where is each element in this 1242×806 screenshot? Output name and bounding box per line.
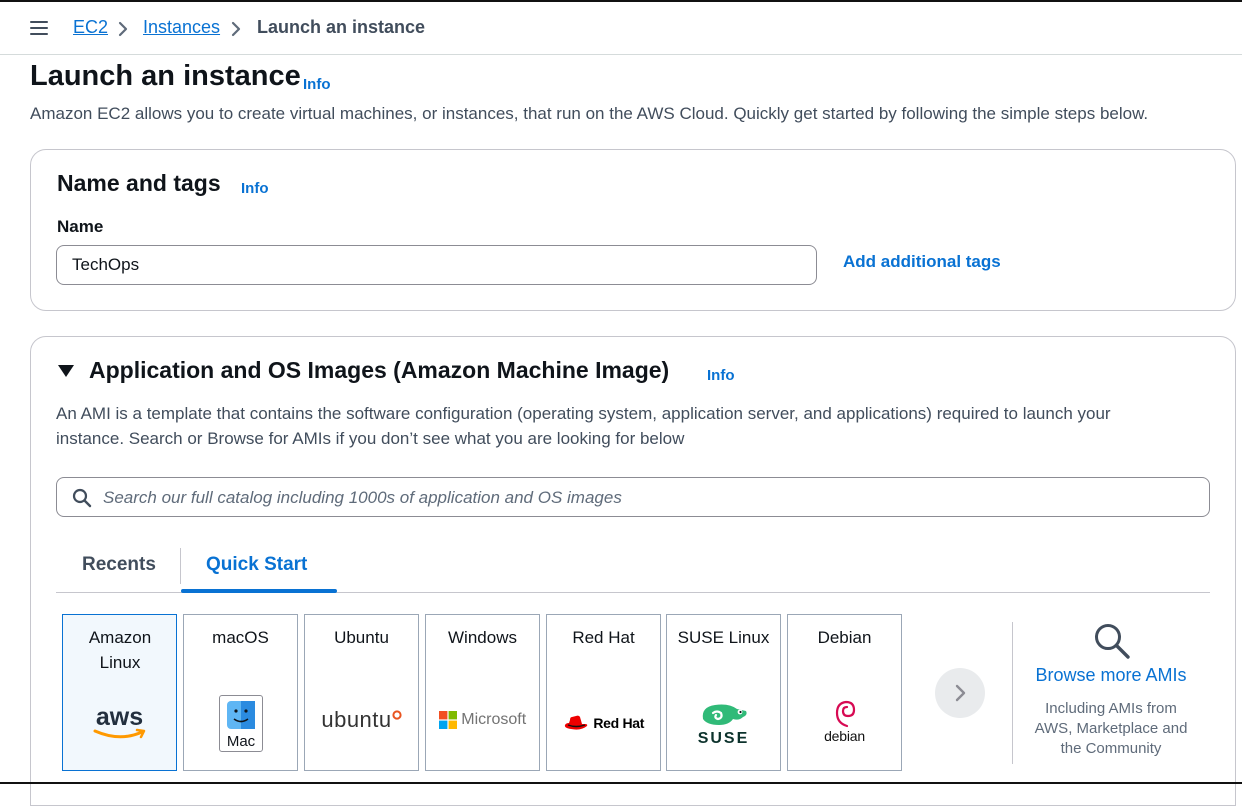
ami-description: An AMI is a template that contains the s… xyxy=(56,401,1216,451)
mac-logo-text: Mac xyxy=(226,733,256,750)
debian-swirl-icon xyxy=(835,700,855,728)
tile-label: SUSE Linux xyxy=(677,628,770,647)
page-description: Amazon EC2 allows you to create virtual … xyxy=(30,104,1149,123)
tile-label: Windows xyxy=(448,628,517,647)
suse-logo: SUSE xyxy=(667,701,780,748)
ami-search-input[interactable] xyxy=(101,485,1195,511)
active-tab-indicator xyxy=(181,589,337,593)
mac-logo: Mac xyxy=(219,695,263,752)
menu-icon[interactable] xyxy=(30,21,48,35)
red-hat-logo: Red Hat xyxy=(547,714,660,732)
tile-label: Amazon Linux xyxy=(88,628,152,672)
ami-tile-amazon-linux[interactable]: Amazon Linux aws xyxy=(62,614,177,771)
breadcrumb-instances[interactable]: Instances xyxy=(143,17,220,38)
next-ami-button[interactable] xyxy=(935,668,985,718)
caret-down-icon[interactable] xyxy=(57,364,75,378)
ami-tile-macos[interactable]: macOS Mac xyxy=(183,614,298,771)
debian-logo: debian xyxy=(788,699,901,744)
chevron-right-icon xyxy=(231,21,241,37)
suse-chameleon-icon xyxy=(702,704,747,725)
name-input[interactable] xyxy=(56,245,817,285)
breadcrumb-current: Launch an instance xyxy=(257,17,426,37)
tab-recents[interactable]: Recents xyxy=(82,554,156,576)
browse-description-line: the Community xyxy=(1060,740,1162,757)
tab-divider xyxy=(180,548,181,584)
ubuntu-logo: ubuntu xyxy=(305,707,418,733)
aws-logo: aws xyxy=(63,703,176,740)
ubuntu-logo-text: ubuntu xyxy=(321,707,392,732)
page-info-link[interactable]: Info xyxy=(303,76,331,93)
ami-tile-debian[interactable]: Debian debian xyxy=(787,614,902,771)
ami-section-title[interactable]: Application and OS Images (Amazon Machin… xyxy=(89,357,669,384)
aws-logo-text: aws xyxy=(95,703,144,731)
chevron-right-icon xyxy=(955,684,966,702)
ami-info-link[interactable]: Info xyxy=(707,367,735,384)
name-field-label: Name xyxy=(57,217,104,236)
ami-tile-suse-linux[interactable]: SUSE Linux SUSE xyxy=(666,614,781,771)
page-title: Launch an instance xyxy=(30,60,301,92)
name-and-tags-title: Name and tags xyxy=(57,170,221,196)
chevron-right-icon xyxy=(118,21,128,37)
search-icon[interactable] xyxy=(1093,622,1131,660)
ami-description-line: instance. Search or Browse for AMIs if y… xyxy=(56,429,685,448)
tile-label: Ubuntu xyxy=(334,628,389,647)
search-icon xyxy=(72,488,92,508)
tile-label: macOS xyxy=(212,628,269,647)
ami-description-line: An AMI is a template that contains the s… xyxy=(56,404,1111,423)
name-tags-info-link[interactable]: Info xyxy=(241,180,269,197)
finder-icon xyxy=(227,701,255,729)
tile-label: Red Hat xyxy=(572,628,635,647)
ubuntu-circle-icon xyxy=(392,710,402,720)
suse-logo-text: SUSE xyxy=(697,730,750,747)
add-additional-tags-link[interactable]: Add additional tags xyxy=(843,252,1001,272)
ami-tile-windows[interactable]: Windows Microsoft xyxy=(425,614,540,771)
microsoft-logo: Microsoft xyxy=(426,711,539,729)
tab-quick-start[interactable]: Quick Start xyxy=(206,554,307,576)
debian-logo-text: debian xyxy=(824,728,865,744)
browse-more-description: Including AMIs from AWS, Marketplace and… xyxy=(1012,699,1210,759)
browse-description-line: Including AMIs from xyxy=(1045,700,1177,717)
breadcrumb-ec2[interactable]: EC2 xyxy=(73,17,108,38)
top-navigation-bar: EC2 Instances Launch an instance xyxy=(0,2,1242,55)
tile-label: Debian xyxy=(817,628,872,647)
browse-description-line: AWS, Marketplace and xyxy=(1034,720,1188,737)
ami-search-box[interactable] xyxy=(56,477,1210,517)
browse-more-amis-link[interactable]: Browse more AMIs xyxy=(1012,665,1210,686)
ami-tile-ubuntu[interactable]: Ubuntu ubuntu xyxy=(304,614,419,771)
red-hat-logo-text: Red Hat xyxy=(593,715,645,731)
red-hat-icon xyxy=(564,715,588,730)
microsoft-logo-text: Microsoft xyxy=(461,711,527,728)
windows-icon xyxy=(438,711,457,729)
ami-tile-red-hat[interactable]: Red Hat Red Hat xyxy=(546,614,661,771)
